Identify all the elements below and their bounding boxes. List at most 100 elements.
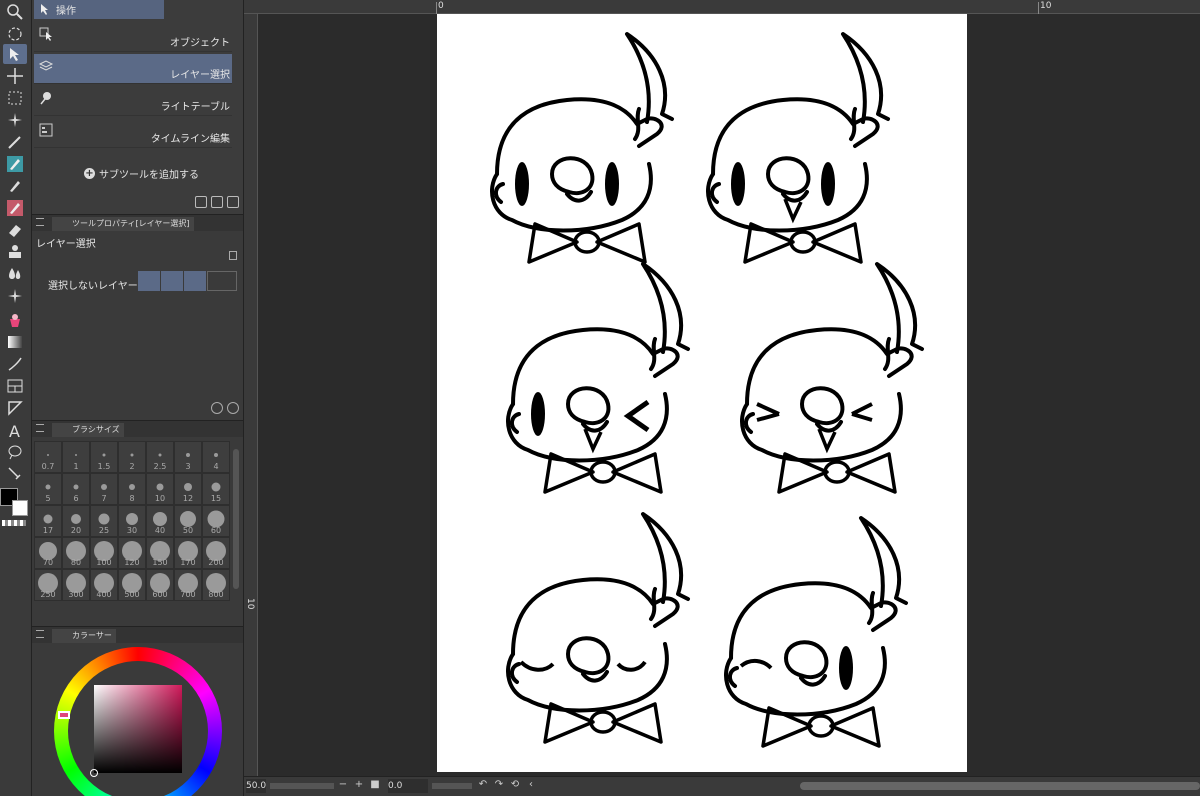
brush-size-cell[interactable]: 0.7 (34, 441, 62, 473)
brush-size-cell[interactable]: 8 (118, 473, 146, 505)
lock-icon[interactable] (229, 251, 237, 260)
figure-icon[interactable] (3, 354, 27, 374)
brush-size-cell[interactable]: 10 (146, 473, 174, 505)
duplicate-icon[interactable] (211, 196, 223, 208)
balloon-icon[interactable] (3, 442, 27, 462)
exclude-edit-icon[interactable] (184, 271, 206, 291)
brush-size-cell[interactable]: 800 (202, 569, 230, 601)
brush-size-cell[interactable]: 25 (90, 505, 118, 537)
brush-size-cell[interactable]: 2.5 (146, 441, 174, 473)
brush-size-cell[interactable]: 1.5 (90, 441, 118, 473)
fill-icon[interactable] (3, 310, 27, 330)
brush-size-cell[interactable]: 20 (62, 505, 90, 537)
brush-size-cell[interactable]: 40 (146, 505, 174, 537)
eraser-icon[interactable] (3, 220, 27, 240)
brush-size-cell[interactable]: 7 (90, 473, 118, 505)
brush-size-cell[interactable]: 200 (202, 537, 230, 569)
brush-size-cell[interactable]: 4 (202, 441, 230, 473)
pencil-icon[interactable] (3, 176, 27, 196)
rotate-right-icon[interactable]: ↷ (494, 780, 504, 790)
horizontal-scrollbar[interactable] (800, 782, 1200, 790)
panel-menu-icon[interactable] (36, 424, 44, 432)
add-subtool-button[interactable]: + サブツールを追加する (84, 166, 199, 181)
pen-icon[interactable] (3, 154, 27, 174)
gradient-icon[interactable] (3, 332, 27, 352)
brush-size-cell[interactable]: 70 (34, 537, 62, 569)
brush-icon[interactable] (3, 198, 27, 218)
brush-size-cell[interactable]: 700 (174, 569, 202, 601)
brush-size-cell[interactable]: 150 (146, 537, 174, 569)
operation-icon[interactable] (3, 44, 27, 64)
subtool-item-timeline-edit[interactable]: タイムライン編集 (34, 118, 232, 148)
text-icon[interactable]: A (3, 420, 27, 440)
hue-marker[interactable] (58, 711, 70, 719)
rotate-icon[interactable] (3, 24, 27, 44)
subtool-item-layer-select[interactable]: レイヤー選択 (34, 54, 232, 84)
brush-size-cell[interactable]: 3 (174, 441, 202, 473)
frame-icon[interactable] (3, 376, 27, 396)
ruler-icon[interactable] (3, 398, 27, 418)
tool-property-tab[interactable]: ツールプロパティ[レイヤー選択] (52, 217, 194, 231)
zoom-icon[interactable] (3, 2, 27, 22)
canvas-paper[interactable] (437, 14, 967, 772)
canvas-area[interactable] (258, 14, 1200, 776)
rotation-value[interactable]: 0.0 (388, 779, 428, 793)
reset-rotation-icon[interactable]: ⟲ (510, 780, 520, 790)
import-icon[interactable] (195, 196, 207, 208)
zoom-slider[interactable] (270, 783, 334, 789)
brush-size-cell[interactable]: 400 (90, 569, 118, 601)
brush-size-label: 30 (126, 526, 138, 535)
brush-size-cell[interactable]: 170 (174, 537, 202, 569)
transparent-color-swatch[interactable] (2, 520, 26, 526)
brush-size-cell[interactable]: 30 (118, 505, 146, 537)
exclude-paper-icon[interactable] (138, 271, 160, 291)
fit-icon[interactable]: ■ (370, 780, 380, 790)
color-wheel-tab[interactable]: カラーサー (52, 629, 116, 643)
settings-icon[interactable] (211, 402, 223, 414)
brush-size-cell[interactable]: 15 (202, 473, 230, 505)
sub-color-swatch[interactable] (12, 500, 28, 516)
brush-size-cell[interactable]: 80 (62, 537, 90, 569)
saturation-value-square[interactable] (94, 685, 182, 773)
brush-size-cell[interactable]: 5 (34, 473, 62, 505)
brush-size-cell[interactable]: 60 (202, 505, 230, 537)
brush-size-cell[interactable]: 100 (90, 537, 118, 569)
brush-size-cell[interactable]: 50 (174, 505, 202, 537)
rotation-slider[interactable] (432, 783, 472, 789)
brush-size-cell[interactable]: 2 (118, 441, 146, 473)
zoom-level[interactable]: 50.0 (246, 779, 266, 793)
brush-size-cell[interactable]: 600 (146, 569, 174, 601)
panel-menu-icon[interactable] (36, 630, 44, 638)
wrench-icon[interactable] (227, 402, 239, 414)
brush-size-cell[interactable]: 6 (62, 473, 90, 505)
brush-scrollbar[interactable] (233, 449, 239, 589)
exclude-more-dropdown[interactable] (207, 271, 237, 291)
panel-menu-icon[interactable] (36, 218, 44, 226)
zoom-in-icon[interactable]: + (354, 780, 364, 790)
subtool-item-object[interactable]: オブジェクト (34, 22, 232, 52)
brush-size-cell[interactable]: 1 (62, 441, 90, 473)
brush-size-cell[interactable]: 17 (34, 505, 62, 537)
brush-size-cell[interactable]: 120 (118, 537, 146, 569)
brush-size-cell[interactable]: 12 (174, 473, 202, 505)
brush-size-cell[interactable]: 250 (34, 569, 62, 601)
flip-icon[interactable]: ‹ (526, 780, 536, 790)
eyedropper-icon[interactable] (3, 132, 27, 152)
subtool-item-light-table[interactable]: ライトテーブル (34, 86, 232, 116)
sv-marker[interactable] (90, 769, 98, 777)
auto-select-icon[interactable] (3, 110, 27, 130)
decoration-icon[interactable] (3, 242, 27, 262)
airbrush-icon[interactable] (3, 286, 27, 306)
brush-size-cell[interactable]: 300 (62, 569, 90, 601)
subtool-tab[interactable]: 操作 (34, 0, 164, 19)
move-icon[interactable] (3, 66, 27, 86)
correct-line-icon[interactable] (3, 464, 27, 484)
selection-icon[interactable] (3, 88, 27, 108)
brush-size-tab[interactable]: ブラシサイズ (52, 423, 124, 437)
brush-size-cell[interactable]: 500 (118, 569, 146, 601)
blend-icon[interactable] (3, 264, 27, 284)
rotate-left-icon[interactable]: ↶ (478, 780, 488, 790)
exclude-text-icon[interactable] (161, 271, 183, 291)
zoom-out-icon[interactable]: − (338, 780, 348, 790)
trash-icon[interactable] (227, 196, 239, 208)
